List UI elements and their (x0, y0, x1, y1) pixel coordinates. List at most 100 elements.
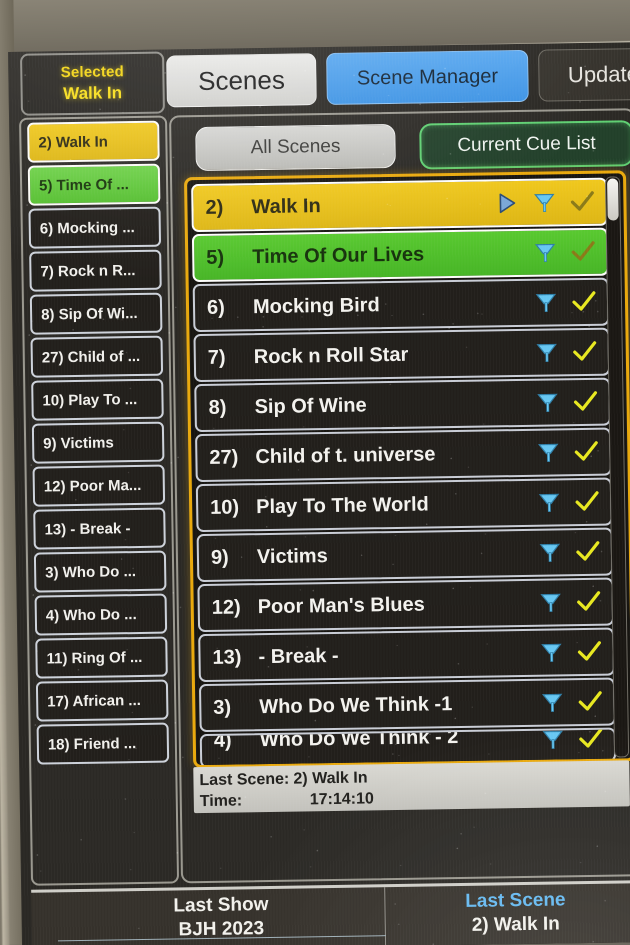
filter-funnel-icon[interactable] (533, 289, 559, 315)
cue-row-name: Time Of Our Lives (252, 242, 425, 268)
cue-row-name: Mocking Bird (252, 293, 380, 318)
filter-funnel-icon[interactable] (534, 389, 560, 415)
last-scene-cell[interactable]: Last Scene 2) Walk In (387, 883, 630, 945)
last-show-label: Last Show (173, 894, 269, 917)
tab-update[interactable]: Update (538, 47, 630, 102)
scene-manager-panel: All Scenes Current Cue List 2) Walk In 5) T… (169, 108, 630, 884)
cue-list-row[interactable]: 10) Play To The World (195, 477, 613, 533)
checkmark-icon[interactable] (576, 589, 602, 615)
cue-row-icons (537, 539, 611, 566)
cue-list-row[interactable]: 12) Poor Man's Blues (197, 577, 615, 633)
selected-value: Walk In (63, 83, 123, 104)
cue-row-icons (493, 189, 605, 217)
cue-list-row[interactable]: 3) Who Do We Think -1 (198, 677, 616, 733)
filter-funnel-icon[interactable] (535, 439, 561, 465)
checkmark-icon[interactable] (574, 489, 600, 515)
sidebar-item[interactable]: 13) - Break - (33, 507, 166, 550)
sidebar-item-label: 6) Mocking ... (39, 218, 135, 238)
cue-row-name: Sip Of Wine (254, 393, 367, 418)
status-last-scene-value: 2) Walk In (293, 768, 368, 788)
cue-list-row[interactable]: 6) Mocking Bird (192, 277, 610, 333)
filter-funnel-icon[interactable] (538, 589, 564, 615)
cue-row-name: Who Do We Think -1 (259, 692, 453, 718)
status-last-scene-label: Last Scene: (199, 770, 290, 789)
cue-row-icons (534, 339, 608, 366)
sidebar-item[interactable]: 18) Friend ... (36, 722, 170, 765)
checkmark-icon[interactable] (571, 289, 597, 315)
sidebar-item[interactable]: 6) Mocking ... (28, 206, 162, 249)
sidebar-item[interactable]: 7) Rock n R... (29, 249, 162, 292)
sidebar-item[interactable]: 2) Walk In (27, 120, 160, 163)
filter-funnel-icon[interactable] (534, 339, 560, 365)
sidebar-item[interactable]: 5) Time Of ... (27, 163, 161, 206)
cue-row-name: Child of t. universe (255, 442, 436, 468)
filter-funnel-icon[interactable] (539, 689, 565, 715)
cue-row-icons (534, 389, 608, 416)
sidebar-item-label: 10) Play To ... (42, 390, 138, 410)
cue-list-row[interactable]: 13) - Break - (198, 627, 615, 683)
sidebar-item[interactable]: 8) Sip Of Wi... (29, 292, 163, 335)
sidebar-item-label: 12) Poor Ma... (43, 476, 142, 495)
sidebar-item-label: 7) Rock n R... (40, 261, 136, 281)
cue-row-name: Who Do We Think - 2 (259, 727, 459, 752)
current-cue-list-button[interactable]: Current Cue List (419, 120, 630, 170)
sidebar-item-label: 5) Time Of ... (38, 175, 129, 195)
sidebar-item[interactable]: 12) Poor Ma... (32, 464, 166, 507)
sidebar-item[interactable]: 3) Who Do ... (33, 550, 167, 593)
tab-scenes[interactable]: Scenes (166, 53, 317, 108)
tab-bar: Selected Walk In Scenes Scene Manager Up… (8, 42, 630, 116)
cue-row-number: 10) (210, 495, 240, 519)
filter-funnel-icon[interactable] (532, 239, 558, 265)
filter-funnel-icon[interactable] (531, 189, 557, 215)
cue-list-row[interactable]: 8) Sip Of Wine (194, 377, 611, 433)
selected-scene-indicator: Selected Walk In (20, 51, 165, 116)
cue-list-row[interactable]: 9) Victims (196, 527, 614, 583)
all-scenes-button[interactable]: All Scenes (195, 123, 396, 172)
cue-row-name: Victims (256, 544, 328, 568)
cue-list-row[interactable]: 2) Walk In (191, 177, 608, 233)
cue-row-icons (533, 289, 607, 316)
cue-row-number: 9) (210, 546, 229, 569)
cue-row-icons (538, 639, 612, 666)
last-scene-value: 2) Walk In (471, 913, 560, 936)
checkmark-icon[interactable] (578, 728, 604, 753)
checkmark-icon[interactable] (570, 239, 596, 265)
sidebar-scene-list[interactable]: 2) Walk In 5) Time Of ... 6) Mocking ... 7)… (19, 115, 180, 886)
sidebar-item[interactable]: 10) Play To ... (31, 378, 164, 421)
checkmark-icon[interactable] (575, 539, 601, 565)
filter-funnel-icon[interactable] (540, 728, 566, 753)
checkmark-icon[interactable] (572, 389, 598, 415)
cue-list-container[interactable]: 2) Walk In 5) Time Of Our Lives 6) Mocking Bi… (183, 170, 630, 769)
cue-list-row[interactable]: 7) Rock n Roll Star (193, 327, 611, 383)
filter-funnel-icon[interactable] (538, 639, 564, 665)
filter-funnel-icon[interactable] (536, 489, 562, 515)
sidebar-item-label: 18) Friend ... (47, 734, 137, 753)
sidebar-item[interactable]: 27) Child of ... (30, 335, 164, 378)
sidebar-item-label: 4) Who Do ... (45, 605, 137, 624)
checkmark-icon[interactable] (576, 639, 602, 665)
sidebar-item[interactable]: 9) Victims (31, 421, 165, 464)
play-icon[interactable] (493, 190, 519, 216)
list-scrollbar-thumb[interactable] (607, 178, 619, 221)
sidebar-item[interactable]: 11) Ring Of ... (35, 636, 168, 679)
checkmark-icon[interactable] (577, 689, 603, 715)
cue-row-number: 7) (207, 346, 226, 369)
cue-row-name: Poor Man's Blues (257, 593, 425, 618)
cue-list-row[interactable]: 5) Time Of Our Lives (191, 227, 609, 283)
cue-list-row[interactable]: 27) Child of t. universe (195, 427, 612, 483)
checkmark-icon[interactable] (573, 439, 599, 465)
cue-row-number: 27) (209, 445, 239, 469)
cue-row-icons (540, 728, 614, 753)
status-time-value: 17:14:10 (309, 789, 374, 808)
touchscreen: Selected Walk In Scenes Scene Manager Up… (8, 41, 630, 945)
sidebar-item[interactable]: 4) Who Do ... (34, 593, 168, 636)
sidebar-item-label: 3) Who Do ... (45, 562, 137, 581)
tab-scene-manager[interactable]: Scene Manager (326, 49, 529, 105)
checkmark-icon[interactable] (572, 339, 598, 365)
cue-row-number: 5) (206, 246, 225, 269)
filter-funnel-icon[interactable] (537, 539, 563, 565)
cue-row-name: Walk In (251, 194, 321, 218)
cue-row-number: 8) (208, 396, 227, 419)
checkmark-icon[interactable] (569, 189, 595, 215)
sidebar-item[interactable]: 17) African ... (35, 679, 169, 722)
